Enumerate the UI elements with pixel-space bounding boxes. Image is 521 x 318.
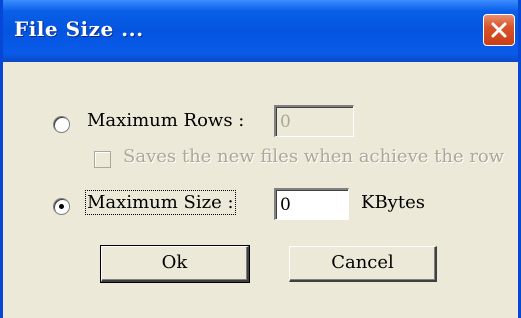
file-size-dialog: File Size ... Maximum Rows : 0 Saves the… — [0, 0, 521, 318]
cancel-button-label: Cancel — [331, 252, 394, 273]
dialog-body: Maximum Rows : 0 Saves the new files whe… — [3, 62, 518, 318]
window-title: File Size ... — [14, 17, 144, 41]
max-rows-input[interactable]: 0 — [274, 105, 354, 137]
max-size-unit: KBytes — [361, 192, 425, 213]
max-size-label: Maximum Size : — [85, 190, 236, 215]
max-rows-radio[interactable] — [53, 116, 70, 133]
save-new-files-label: Saves the new files when achieve the row — [123, 146, 505, 167]
max-size-radio[interactable] — [53, 198, 70, 215]
ok-button[interactable]: Ok — [100, 245, 250, 283]
max-rows-label: Maximum Rows : — [87, 110, 245, 131]
ok-button-label: Ok — [161, 252, 188, 273]
close-button[interactable] — [483, 14, 515, 46]
save-new-files-checkbox[interactable] — [94, 151, 111, 168]
max-size-input[interactable]: 0 — [274, 188, 349, 220]
radio-selected-dot — [59, 204, 64, 209]
cancel-button[interactable]: Cancel — [289, 246, 437, 282]
title-bar[interactable]: File Size ... — [3, 0, 518, 62]
close-icon — [491, 22, 507, 38]
